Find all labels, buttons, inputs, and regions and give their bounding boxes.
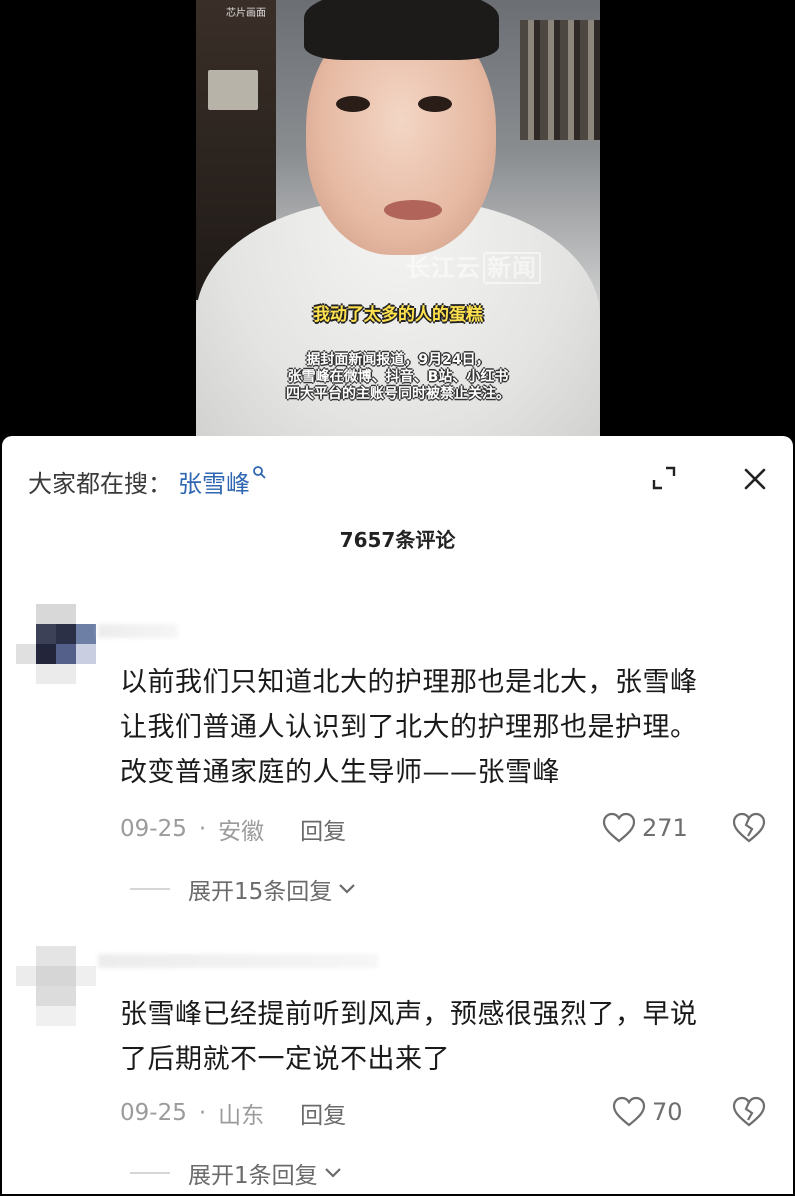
comment-line: 以前我们只知道北大的护理那也是北大，张雪峰 <box>120 667 698 698</box>
video-player[interactable]: 芯片画面 长江云 新闻 我动了太多的人的蛋糕 据封面新闻报道，9月24日， 张雪峰… <box>0 0 795 436</box>
expand-replies-label: 展开1条回复 <box>188 1163 318 1189</box>
search-term-link[interactable]: 张雪峰 <box>178 464 250 499</box>
comment-line: 了后期就不一定说不出来了 <box>120 1044 450 1075</box>
broken-heart-icon[interactable] <box>732 1096 766 1130</box>
meta-separator: · <box>198 1100 207 1126</box>
like-count: 271 <box>642 814 688 842</box>
caption-line: 四大平台的主账号同时被禁止关注。 <box>286 386 510 402</box>
comment-panel: 大家都在搜： 张雪峰 7657条评论 以前我们只知道北大的护理那也是北大，张雪峰… <box>2 436 793 1194</box>
reply-button[interactable]: 回复 <box>300 1096 346 1130</box>
comment-line: 让我们普通人认识到了北大的护理那也是护理。 <box>120 712 698 743</box>
comment-item: 张雪峰已经提前听到风声，预感很强烈了，早说 了后期就不一定说不出来了 09-25… <box>2 936 793 1196</box>
comment-item: 以前我们只知道北大的护理那也是北大，张雪峰 让我们普通人认识到了北大的护理那也是… <box>2 596 793 916</box>
mouth <box>384 200 442 220</box>
logo-text: 长江云 <box>406 254 481 282</box>
comment-line: 张雪峰已经提前听到风声，预感很强烈了，早说 <box>120 999 698 1030</box>
person-hair <box>304 0 499 60</box>
search-icon[interactable] <box>252 464 266 483</box>
avatar[interactable] <box>16 604 96 684</box>
video-frame[interactable]: 芯片画面 长江云 新闻 我动了太多的人的蛋糕 据封面新闻报道，9月24日， 张雪峰… <box>196 0 600 436</box>
heart-icon <box>602 812 636 843</box>
close-icon[interactable] <box>740 464 770 494</box>
broken-heart-icon[interactable] <box>732 812 766 846</box>
avatar[interactable] <box>16 946 96 1026</box>
comment-meta: 09-25 · 安徽 回复 <box>120 812 346 846</box>
comment-date: 09-25 <box>120 816 187 842</box>
heart-icon <box>612 1096 646 1127</box>
news-logo-watermark: 长江云 新闻 <box>406 248 541 284</box>
caption-highlight: 我动了太多的人的蛋糕 <box>313 305 483 325</box>
comment-count: 7657条评论 <box>339 528 456 552</box>
expand-replies[interactable]: 展开1条回复 <box>130 1156 342 1190</box>
expand-replies[interactable]: 展开15条回复 <box>130 872 356 906</box>
top-watermark: 芯片画面 <box>226 8 266 19</box>
right-eye <box>418 96 452 112</box>
like-button[interactable]: 70 <box>612 1096 683 1128</box>
books <box>520 20 600 140</box>
expand-replies-label: 展开15条回复 <box>188 879 333 905</box>
like-button[interactable]: 271 <box>602 812 688 844</box>
divider <box>130 1172 170 1174</box>
comment-text: 张雪峰已经提前听到风声，预感很强烈了，早说 了后期就不一定说不出来了 <box>120 992 770 1082</box>
comment-line: 改变普通家庭的人生导师——张雪峰 <box>120 757 560 788</box>
comment-date: 09-25 <box>120 1100 187 1126</box>
expand-icon[interactable] <box>650 464 678 492</box>
caption-line: 张雪峰在微博、抖音、B站、小红书 <box>287 369 509 385</box>
username[interactable] <box>98 954 378 968</box>
username[interactable] <box>98 624 178 638</box>
comment-location: 山东 <box>218 1103 265 1129</box>
comment-meta: 09-25 · 山东 回复 <box>120 1096 346 1130</box>
search-prefix: 大家都在搜： <box>28 469 172 498</box>
chevron-down-icon <box>339 884 356 894</box>
like-count: 70 <box>652 1098 683 1126</box>
divider <box>130 888 170 890</box>
logo-boxed-text: 新闻 <box>483 252 541 284</box>
caption-subtitle: 据封面新闻报道，9月24日， 张雪峰在微博、抖音、B站、小红书 四大平台的主账号… <box>196 352 600 403</box>
reply-button[interactable]: 回复 <box>300 812 346 846</box>
trending-search[interactable]: 大家都在搜： 张雪峰 <box>28 464 266 498</box>
comment-text: 以前我们只知道北大的护理那也是北大，张雪峰 让我们普通人认识到了北大的护理那也是… <box>120 660 770 795</box>
chevron-down-icon <box>324 1168 341 1178</box>
left-eye <box>336 96 370 112</box>
meta-separator: · <box>198 816 207 842</box>
caption-line: 据封面新闻报道，9月24日， <box>306 352 490 368</box>
comment-location: 安徽 <box>218 819 265 845</box>
